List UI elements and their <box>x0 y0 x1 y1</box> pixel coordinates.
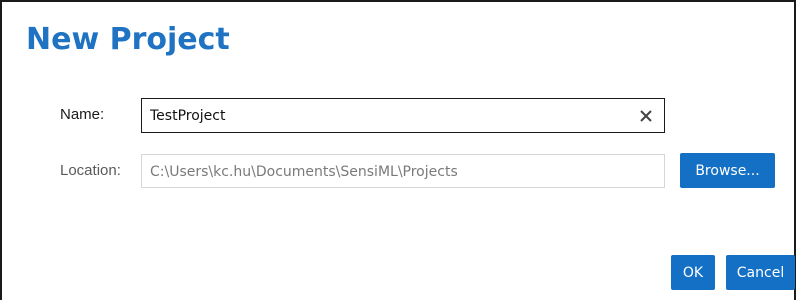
close-icon-glyph <box>640 110 652 122</box>
location-field[interactable]: C:\Users\kc.hu\Documents\SensiML\Project… <box>141 154 665 188</box>
location-value: C:\Users\kc.hu\Documents\SensiML\Project… <box>150 164 458 180</box>
new-project-dialog: New Project Name: TestProject Location: … <box>0 0 796 300</box>
name-label: Name: <box>60 106 105 123</box>
project-name-field[interactable]: TestProject <box>141 98 665 133</box>
project-name-value: TestProject <box>150 108 226 124</box>
ok-button[interactable]: OK <box>671 255 715 290</box>
browse-button[interactable]: Browse... <box>680 153 775 188</box>
cancel-button[interactable]: Cancel <box>726 255 795 290</box>
location-label: Location: <box>60 162 121 179</box>
dialog-title: New Project <box>26 22 230 57</box>
close-icon[interactable] <box>637 107 655 125</box>
